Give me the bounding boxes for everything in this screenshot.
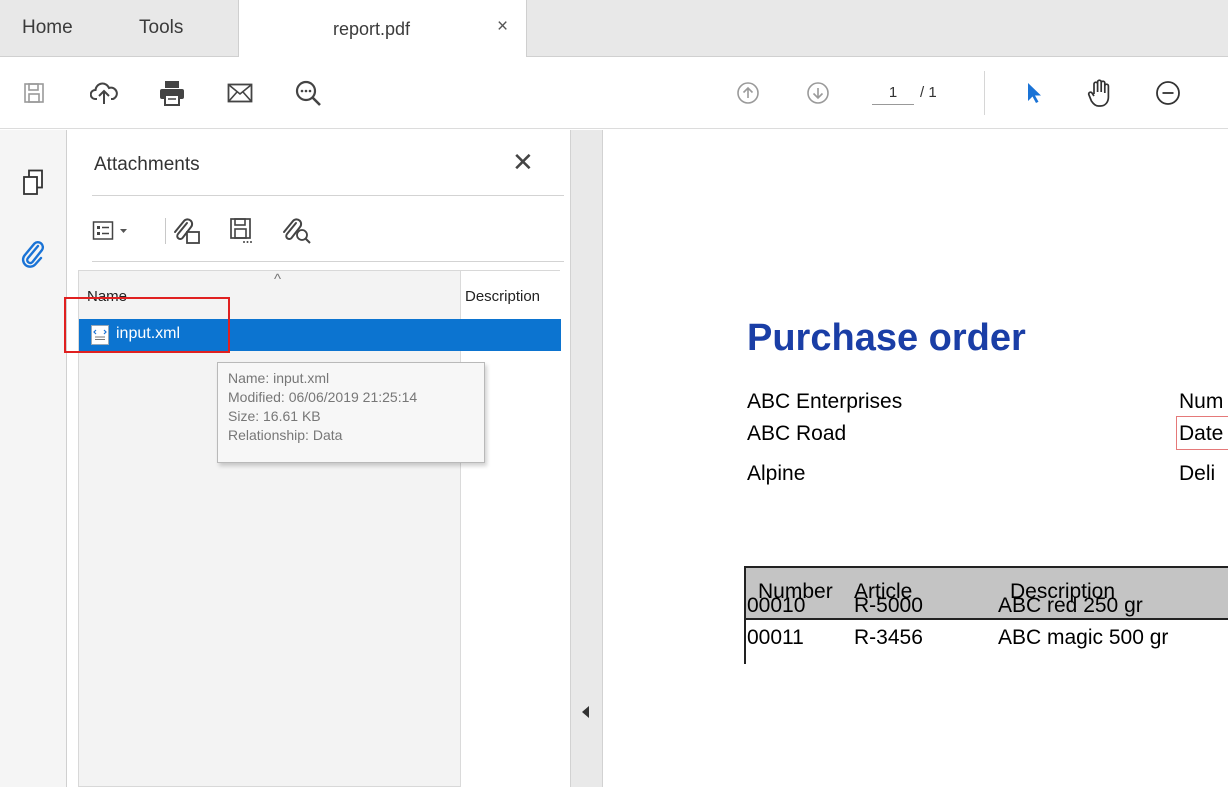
table-cell: 00010 <box>747 594 806 617</box>
attachments-title: Attachments <box>94 154 200 175</box>
zoom-out-icon[interactable] <box>1150 75 1186 111</box>
toolbar-separator <box>165 218 166 244</box>
hand-icon[interactable] <box>1082 75 1118 111</box>
tab-bar: Home Tools report.pdf × <box>0 0 1228 58</box>
collapse-arrow-icon[interactable] <box>582 706 589 718</box>
tooltip-name: Name: input.xml <box>228 370 330 386</box>
address-line: ABC Road <box>747 422 847 445</box>
panel-splitter[interactable] <box>570 130 603 787</box>
page-up-icon[interactable] <box>730 75 766 111</box>
panel-divider <box>92 261 564 262</box>
tooltip-relationship: Relationship: Data <box>228 427 343 443</box>
column-header-description[interactable]: Description <box>465 288 561 305</box>
page-total: / 1 <box>920 84 937 101</box>
search-attachment-icon[interactable] <box>282 216 312 246</box>
table-cell: ABC magic 500 gr <box>998 626 1169 649</box>
page-number-input[interactable]: 1 <box>872 81 914 105</box>
sort-ascending-icon: ^ <box>274 271 282 288</box>
order-date-label: Date <box>1179 422 1224 445</box>
document-title: Purchase order <box>747 317 1026 359</box>
main-toolbar: 1 / 1 <box>0 57 1228 129</box>
table-cell: R-5000 <box>854 594 923 617</box>
table-header: Number Article Description <box>744 566 1228 620</box>
tab-home[interactable]: Home <box>22 17 73 39</box>
zoom-search-icon[interactable] <box>290 75 326 111</box>
save-attachment-icon[interactable] <box>228 216 256 246</box>
navigation-rail <box>0 130 67 787</box>
tab-document-label: report.pdf <box>333 19 411 39</box>
attachment-tooltip: Name: input.xml Modified: 06/06/2019 21:… <box>217 362 485 463</box>
tab-close-button[interactable]: × <box>497 16 508 38</box>
add-attachment-icon[interactable] <box>172 216 202 246</box>
tooltip-modified: Modified: 06/06/2019 21:25:14 <box>228 389 418 405</box>
options-icon[interactable] <box>92 216 130 246</box>
table-cell: ABC red 250 gr <box>998 594 1143 617</box>
table-cell: 00011 <box>747 626 804 649</box>
panel-divider <box>92 195 564 196</box>
page-down-icon[interactable] <box>800 75 836 111</box>
mail-icon[interactable] <box>222 75 258 111</box>
cloud-upload-icon[interactable] <box>86 75 122 111</box>
delivery-label: Deli <box>1179 462 1216 485</box>
address-line: ABC Enterprises <box>747 390 903 413</box>
close-panel-button[interactable]: ✕ <box>512 148 534 176</box>
select-arrow-icon[interactable] <box>1016 75 1052 111</box>
print-icon[interactable] <box>154 75 190 111</box>
order-number-label: Num <box>1179 390 1224 413</box>
tab-document[interactable]: report.pdf × <box>238 0 527 58</box>
toolbar-separator <box>984 71 985 115</box>
tab-tools[interactable]: Tools <box>139 17 183 39</box>
document-view: Purchase order ABC Enterprises ABC Road … <box>604 130 1228 787</box>
tooltip-size: Size: 16.61 KB <box>228 408 321 424</box>
page-thumbnails-icon[interactable] <box>16 166 50 200</box>
table-cell: R-3456 <box>854 626 923 649</box>
table-border <box>744 620 746 664</box>
address-line: Alpine <box>747 462 806 485</box>
attachment-paperclip-icon[interactable] <box>16 236 50 270</box>
save-icon[interactable] <box>16 75 52 111</box>
annotation-highlight-box <box>64 297 230 353</box>
